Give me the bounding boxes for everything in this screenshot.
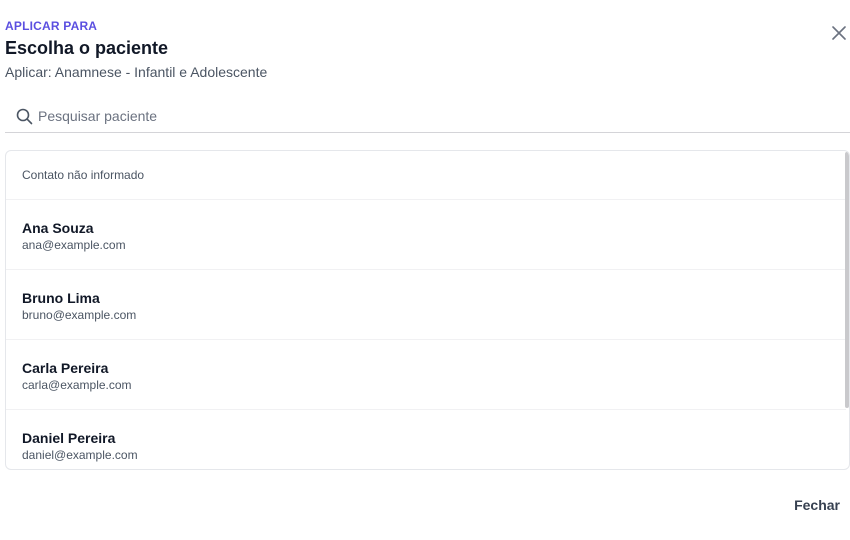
- patient-email: ana@example.com: [22, 238, 126, 252]
- dialog-eyebrow: APLICAR PARA: [5, 19, 98, 33]
- patient-name: Bruno Lima: [22, 290, 100, 306]
- patient-name: Carla Pereira: [22, 360, 109, 376]
- patient-list[interactable]: Contato não informado Ana Souza ana@exam…: [5, 150, 850, 470]
- list-item[interactable]: Carla Pereira carla@example.com: [6, 340, 846, 410]
- patient-picker-dialog: APLICAR PARA Escolha o paciente Aplicar:…: [0, 0, 850, 540]
- close-button[interactable]: [829, 23, 849, 43]
- close-icon: [832, 26, 846, 40]
- patient-email: carla@example.com: [22, 378, 132, 392]
- patient-email: bruno@example.com: [22, 308, 137, 322]
- dialog-subtitle: Aplicar: Anamnese - Infantil e Adolescen…: [5, 64, 268, 80]
- group-label: Contato não informado: [22, 168, 145, 182]
- dialog-title: Escolha o paciente: [5, 38, 169, 58]
- list-item[interactable]: Daniel Pereira daniel@example.com: [6, 410, 846, 469]
- patient-name: Ana Souza: [22, 220, 94, 236]
- search-bar: [5, 100, 850, 133]
- list-scrollbar[interactable]: [845, 152, 849, 408]
- close-dialog-button[interactable]: Fechar: [794, 496, 840, 514]
- search-icon: [16, 108, 33, 125]
- patient-email: daniel@example.com: [22, 448, 138, 462]
- list-group-header: Contato não informado: [6, 151, 846, 200]
- list-item[interactable]: Ana Souza ana@example.com: [6, 200, 846, 270]
- search-input[interactable]: [38, 105, 838, 127]
- list-item[interactable]: Bruno Lima bruno@example.com: [6, 270, 846, 340]
- patient-name: Daniel Pereira: [22, 430, 116, 446]
